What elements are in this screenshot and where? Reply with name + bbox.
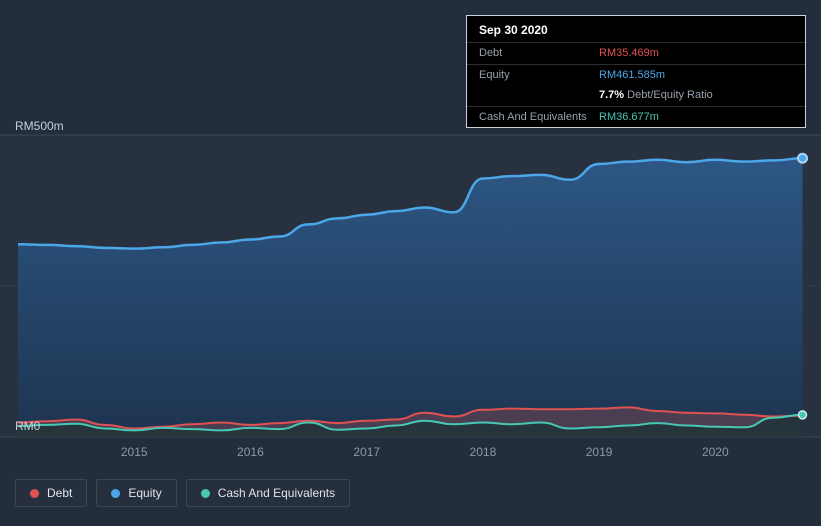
y-axis-label-min: RM0 [15,419,41,433]
cash-dot-icon [200,488,210,498]
tooltip-date: Sep 30 2020 [479,23,548,37]
tooltip-equity-label: Equity [479,68,510,81]
svg-text:2019: 2019 [586,445,613,459]
svg-text:2020: 2020 [702,445,729,459]
svg-text:2016: 2016 [237,445,264,459]
legend-item-equity[interactable]: Equity [96,479,177,507]
tooltip-row-equity: Equity RM461.585m [467,63,805,86]
tooltip-row-debt: Debt RM35.469m [467,42,805,64]
tooltip-cash-label: Cash And Equivalents [479,110,587,123]
legend-label-debt: Debt [47,486,73,500]
debt-dot-icon [30,488,39,498]
tooltip-debt-value: RM35.469m [599,47,659,59]
legend-item-debt[interactable]: Debt [15,479,88,507]
tooltip-ratio-spacer [479,87,599,104]
chart-tooltip: Sep 30 2020 Debt RM35.469m Equity RM461.… [466,15,806,128]
chart-panel: 2015 2016 2017 2018 2019 2020 RM500m RM0 Sep … [0,0,821,526]
legend-item-cash[interactable]: Cash And Equivalents [185,479,351,507]
tooltip-row-ratio: 7.7% Debt/Equity Ratio [467,85,805,106]
equity-dot-icon [111,488,121,498]
tooltip-ratio-percent: 7.7% [599,89,625,101]
legend-label-cash: Cash And Equivalents [217,486,336,500]
tooltip-row-cash: Cash And Equivalents RM36.677m [467,105,805,128]
tooltip-cash-value: RM36.677m [599,110,659,123]
legend-label-equity: Equity [128,486,162,500]
tooltip-equity-value: RM461.585m [599,68,666,81]
tooltip-ratio-value: 7.7% Debt/Equity Ratio [599,87,713,104]
legend: Debt Equity Cash And Equivalents [15,479,351,507]
svg-text:2017: 2017 [353,445,380,459]
tooltip-ratio-label: Debt/Equity Ratio [627,89,713,101]
y-axis-label-max: RM500m [15,119,64,133]
tooltip-debt-label: Debt [479,47,503,59]
svg-text:2018: 2018 [470,445,497,459]
svg-text:2015: 2015 [121,445,148,459]
